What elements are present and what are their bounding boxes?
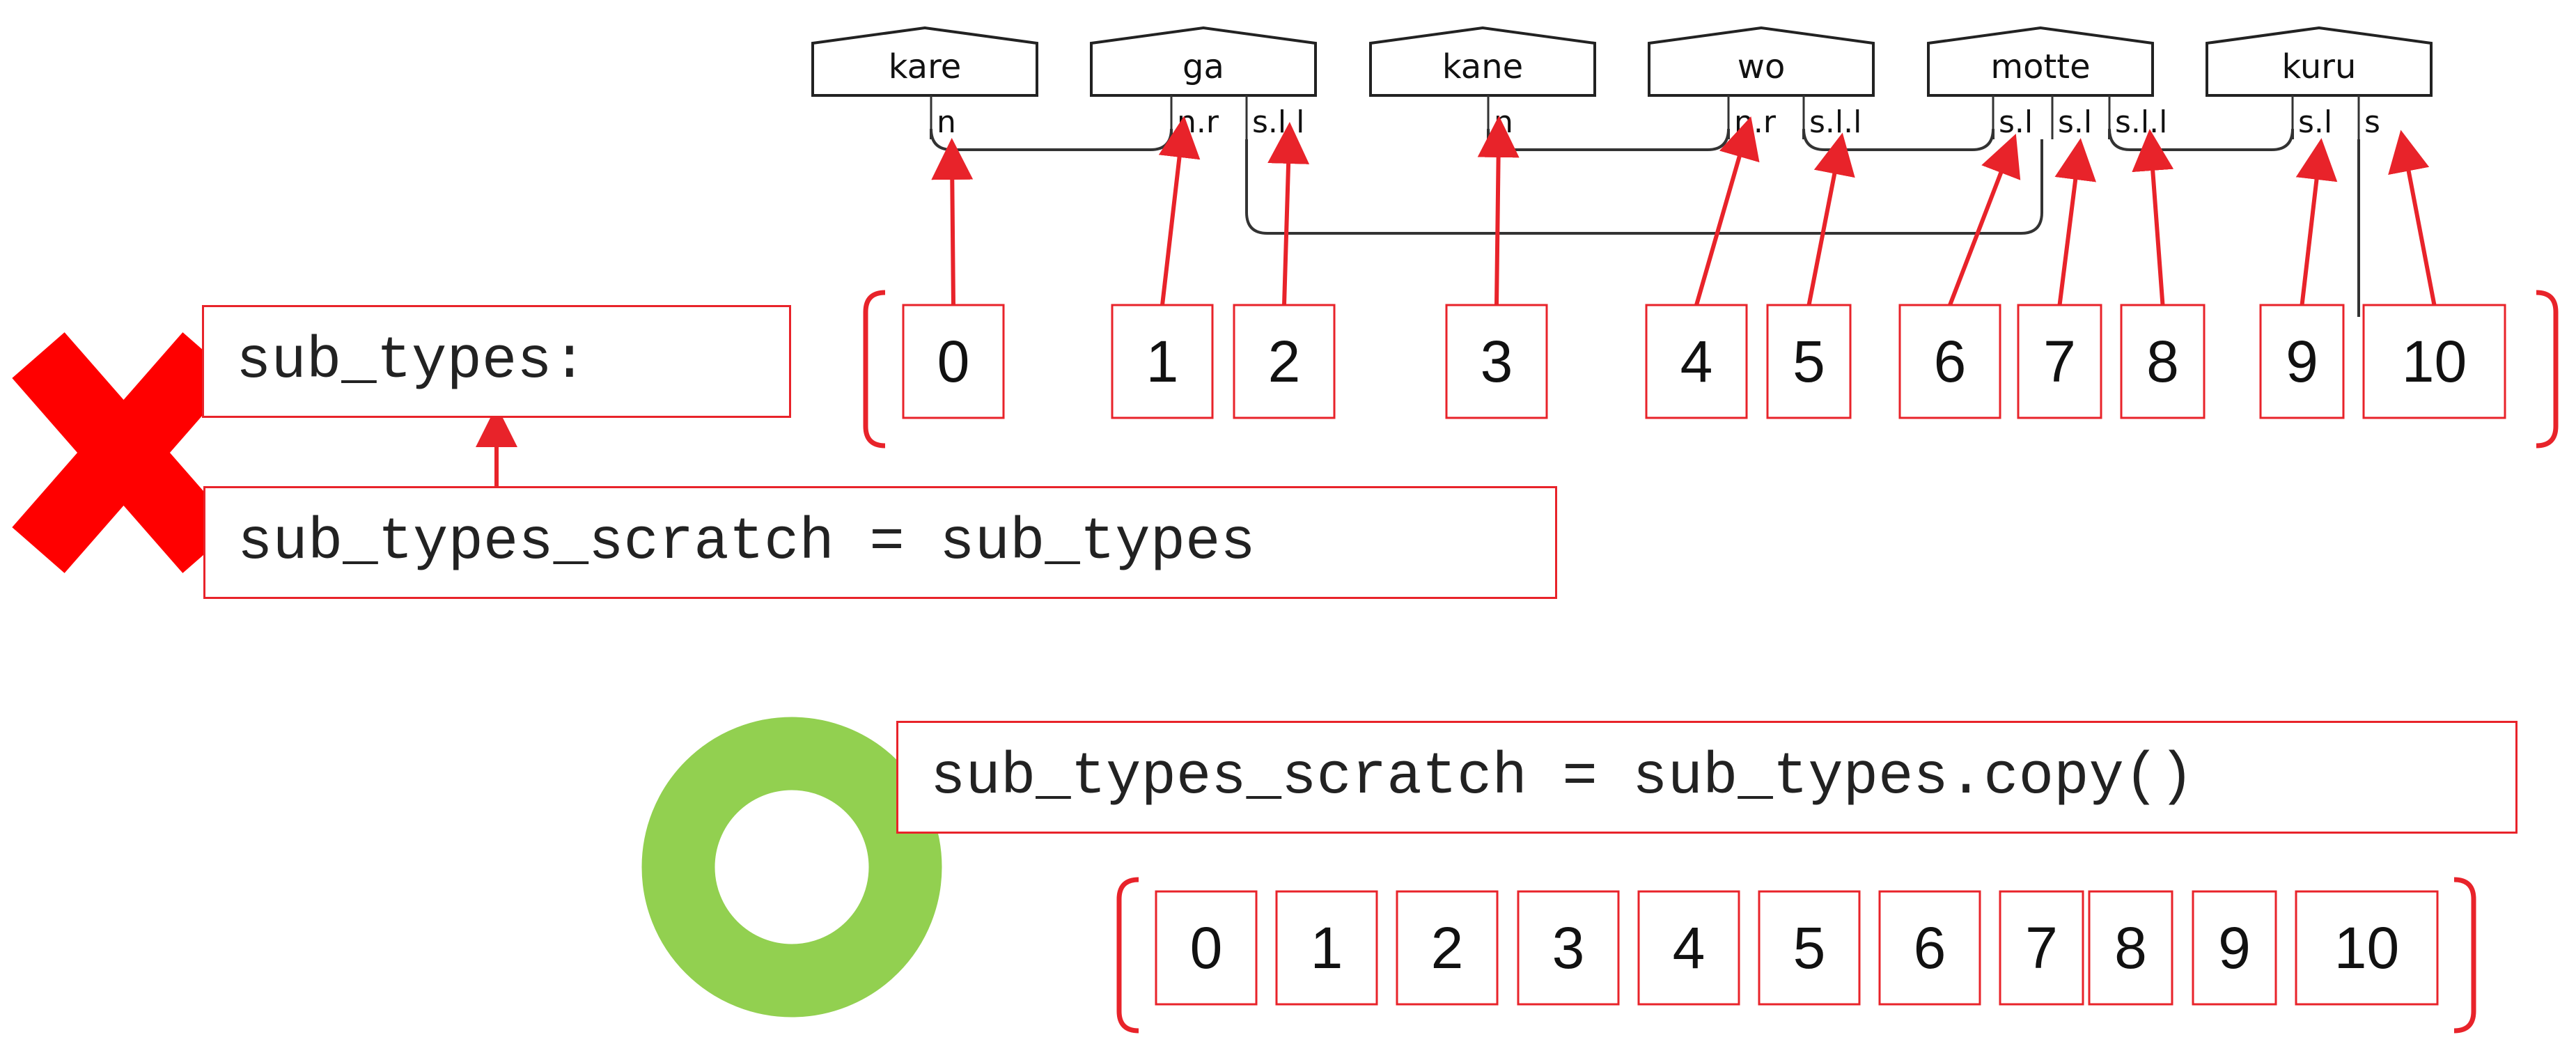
array-cell-label: 3 — [1552, 915, 1585, 981]
top-array-cell-4: 4 — [1645, 304, 1748, 419]
array-cell-label: 6 — [1914, 915, 1946, 981]
arrow-index-8-to-port — [2132, 129, 2174, 306]
port-label: s — [2364, 104, 2380, 140]
top-array-cell-6: 6 — [1898, 304, 2001, 419]
word-node-label: ga — [1182, 47, 1224, 86]
link-kane-wo — [1487, 128, 1730, 151]
top-array-cell-8: 8 — [2120, 304, 2206, 419]
word-node-label: kuru — [2282, 47, 2357, 86]
top-array-bracket-left — [863, 290, 886, 449]
top-array-cell-10: 10 — [2362, 304, 2506, 419]
port-label: s.l — [1999, 104, 2033, 140]
shallow-assignment-text: sub_types_scratch = sub_types — [237, 509, 1256, 576]
port-label: n — [937, 104, 956, 140]
bottom-array-cell-7: 7 — [1999, 890, 2084, 1006]
array-cell-label: 5 — [1793, 329, 1825, 394]
top-array-bracket-right — [2536, 290, 2559, 449]
arrow-index-1-to-port — [1158, 116, 1201, 306]
bottom-array-bracket-right — [2453, 877, 2476, 1034]
port-label: n.r — [1734, 104, 1777, 140]
arrow-index-0-to-port — [931, 138, 974, 306]
word-node-ga: ga n.r s.l.l — [1090, 26, 1317, 140]
array-cell-label: 10 — [2334, 915, 2399, 981]
verdict-marks — [12, 332, 942, 1018]
array-cell-label: 0 — [1190, 915, 1223, 981]
array-cell-label: 7 — [2025, 915, 2058, 981]
top-array-cell-7: 7 — [2017, 304, 2102, 419]
array-cell-label: 2 — [1431, 915, 1464, 981]
word-node-kane: kane n — [1369, 26, 1596, 140]
top-index-array: 0 1 2 3 4 5 6 7 8 9 10 — [863, 290, 2559, 449]
circle-ok-icon — [641, 717, 942, 1018]
array-cell-label: 4 — [1673, 915, 1705, 981]
top-array-cell-2: 2 — [1233, 304, 1336, 419]
copy-assignment-box: sub_types_scratch = sub_types.copy() — [896, 721, 2518, 834]
word-node-label: kare — [889, 47, 962, 86]
bottom-array-cell-9: 9 — [2192, 890, 2277, 1006]
port-label: n.r — [1177, 104, 1219, 140]
arrow-index-6-to-port — [1948, 134, 2021, 306]
word-node-motte: motte s.l s.l s.l.l — [1927, 26, 2167, 140]
array-cell-label: 2 — [1268, 329, 1301, 394]
array-cell-label: 1 — [1311, 915, 1343, 981]
word-node-wo: wo n.r s.l.l — [1648, 26, 1875, 140]
array-cell-label: 0 — [937, 329, 970, 394]
port-label: n — [1494, 104, 1513, 140]
top-array-cell-0: 0 — [902, 304, 1005, 419]
port-label: s.l.l — [1809, 104, 1861, 140]
port-label: s.l.l — [1252, 104, 1304, 140]
copy-assignment-text: sub_types_scratch = sub_types.copy() — [930, 744, 2194, 811]
array-cell-label: 10 — [2402, 329, 2467, 394]
array-cell-label: 8 — [2146, 329, 2179, 394]
top-array-cell-9: 9 — [2259, 304, 2345, 419]
array-cell-label: 9 — [2286, 329, 2318, 394]
array-cell-label: 9 — [2218, 915, 2251, 981]
port-label: s.l — [2058, 104, 2092, 140]
arrow-index-10-to-port — [2388, 130, 2437, 306]
shallow-assignment-box: sub_types_scratch = sub_types — [203, 486, 1557, 599]
array-cell-label: 1 — [1146, 329, 1179, 394]
bottom-array-cell-8: 8 — [2088, 890, 2173, 1006]
link-kare-ga — [930, 128, 1173, 151]
bottom-array-cell-0: 0 — [1155, 890, 1258, 1006]
top-array-cell-1: 1 — [1111, 304, 1214, 419]
bottom-array-cell-1: 1 — [1275, 890, 1378, 1006]
arrow-index-5-to-port — [1806, 132, 1855, 306]
word-node-kuru: kuru s.l s — [2206, 26, 2433, 140]
connector-lines — [930, 128, 2360, 317]
word-node-label: kane — [1442, 47, 1523, 86]
top-array-cell-3: 3 — [1445, 304, 1548, 419]
cross-icon — [12, 332, 235, 573]
arrow-index-2-to-port — [1267, 122, 1310, 306]
array-cell-label: 5 — [1793, 915, 1826, 981]
word-node-kare: kare n — [811, 26, 1038, 140]
word-node-label: motte — [1990, 47, 2090, 86]
array-cell-label: 4 — [1680, 329, 1713, 394]
bottom-array-cell-3: 3 — [1517, 890, 1620, 1006]
word-node-label: wo — [1738, 47, 1786, 86]
arrow-index-7-to-port — [2054, 138, 2097, 306]
bottom-array-cell-5: 5 — [1758, 890, 1861, 1006]
parse-tree: kare n ga n.r s.l.l kane n wo n.r s.l.l motte s.l s.… — [811, 26, 2433, 140]
array-cell-label: 6 — [1934, 329, 1967, 394]
array-cell-label: 7 — [2043, 329, 2076, 394]
sub-types-declaration-text: sub_types: — [236, 328, 588, 395]
bottom-array-cell-10: 10 — [2295, 890, 2439, 1006]
top-array-cell-5: 5 — [1766, 304, 1852, 419]
bottom-array-cell-4: 4 — [1637, 890, 1740, 1006]
arrow-index-4-to-port — [1694, 116, 1760, 306]
port-label: s.l — [2298, 104, 2332, 140]
bottom-index-array: 0 1 2 3 4 5 6 7 8 9 10 — [1116, 877, 2476, 1034]
arrow-index-9-to-port — [2295, 138, 2338, 306]
link-ga-motte — [1245, 139, 2043, 235]
port-label: s.l.l — [2115, 104, 2167, 140]
bottom-array-cell-6: 6 — [1878, 890, 1981, 1006]
array-cell-label: 3 — [1481, 329, 1513, 394]
arrow-index-3-to-port — [1477, 116, 1520, 306]
sub-types-declaration-box: sub_types: — [202, 305, 791, 418]
bottom-array-cell-2: 2 — [1396, 890, 1499, 1006]
bottom-array-bracket-left — [1116, 877, 1139, 1034]
array-cell-label: 8 — [2114, 915, 2147, 981]
